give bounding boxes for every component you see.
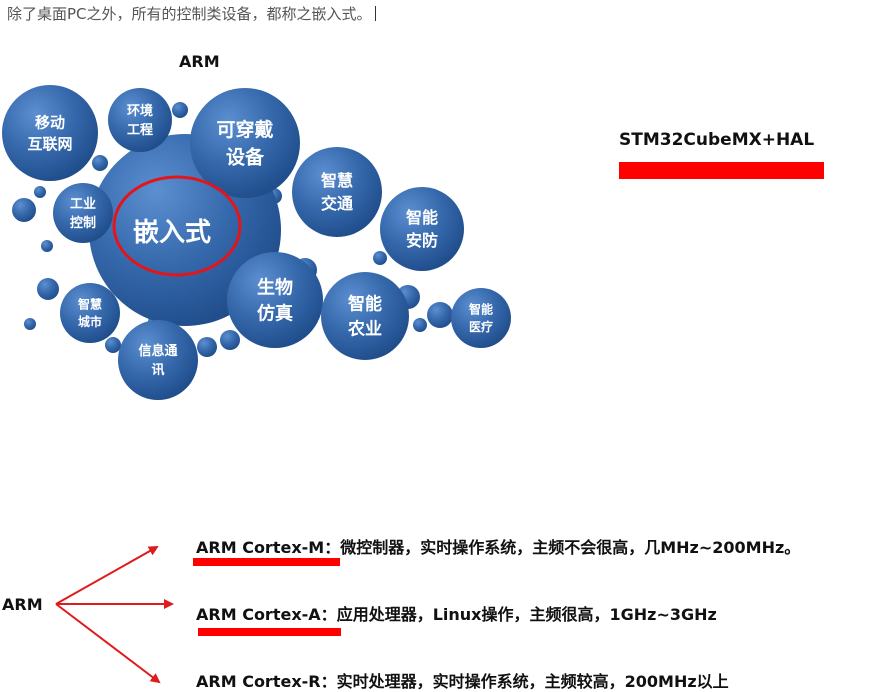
cortex-a-underline-bar [198, 628, 341, 636]
cortex-r-desc: 实时处理器，实时操作系统，主频较高，200MHz以上 [336, 672, 729, 691]
cortex-m-line: ARM Cortex-M：微控制器，实时操作系统，主频不会很高，几MHz~200… [196, 534, 800, 558]
cortex-r-name: ARM Cortex-R [196, 672, 321, 691]
cortex-m-name: ARM Cortex-M [196, 538, 325, 557]
cortex-a-line: ARM Cortex-A：应用处理器，Linux操作，主频很高，1GHz~3GH… [196, 601, 717, 625]
arrow-to-cortex-r [55, 603, 161, 684]
cortex-r-separator: ： [320, 672, 337, 691]
cortex-a-desc: 应用处理器，Linux操作，主频很高，1GHz~3GHz [336, 605, 717, 624]
arm-branch-arrows [55, 546, 174, 684]
cortex-m-underline-bar [193, 558, 340, 566]
cortex-m-separator: ： [324, 538, 341, 557]
arm-root-label: ARM [2, 595, 43, 614]
cortex-m-desc: 微控制器，实时操作系统，主频不会很高，几MHz~200MHz。 [340, 538, 801, 557]
cortex-r-line: ARM Cortex-R：实时处理器，实时操作系统，主频较高，200MHz以上 [196, 668, 729, 692]
cortex-a-separator: ： [320, 605, 337, 624]
arrow-to-cortex-m [55, 546, 159, 605]
cortex-a-name: ARM Cortex-A [196, 605, 321, 624]
